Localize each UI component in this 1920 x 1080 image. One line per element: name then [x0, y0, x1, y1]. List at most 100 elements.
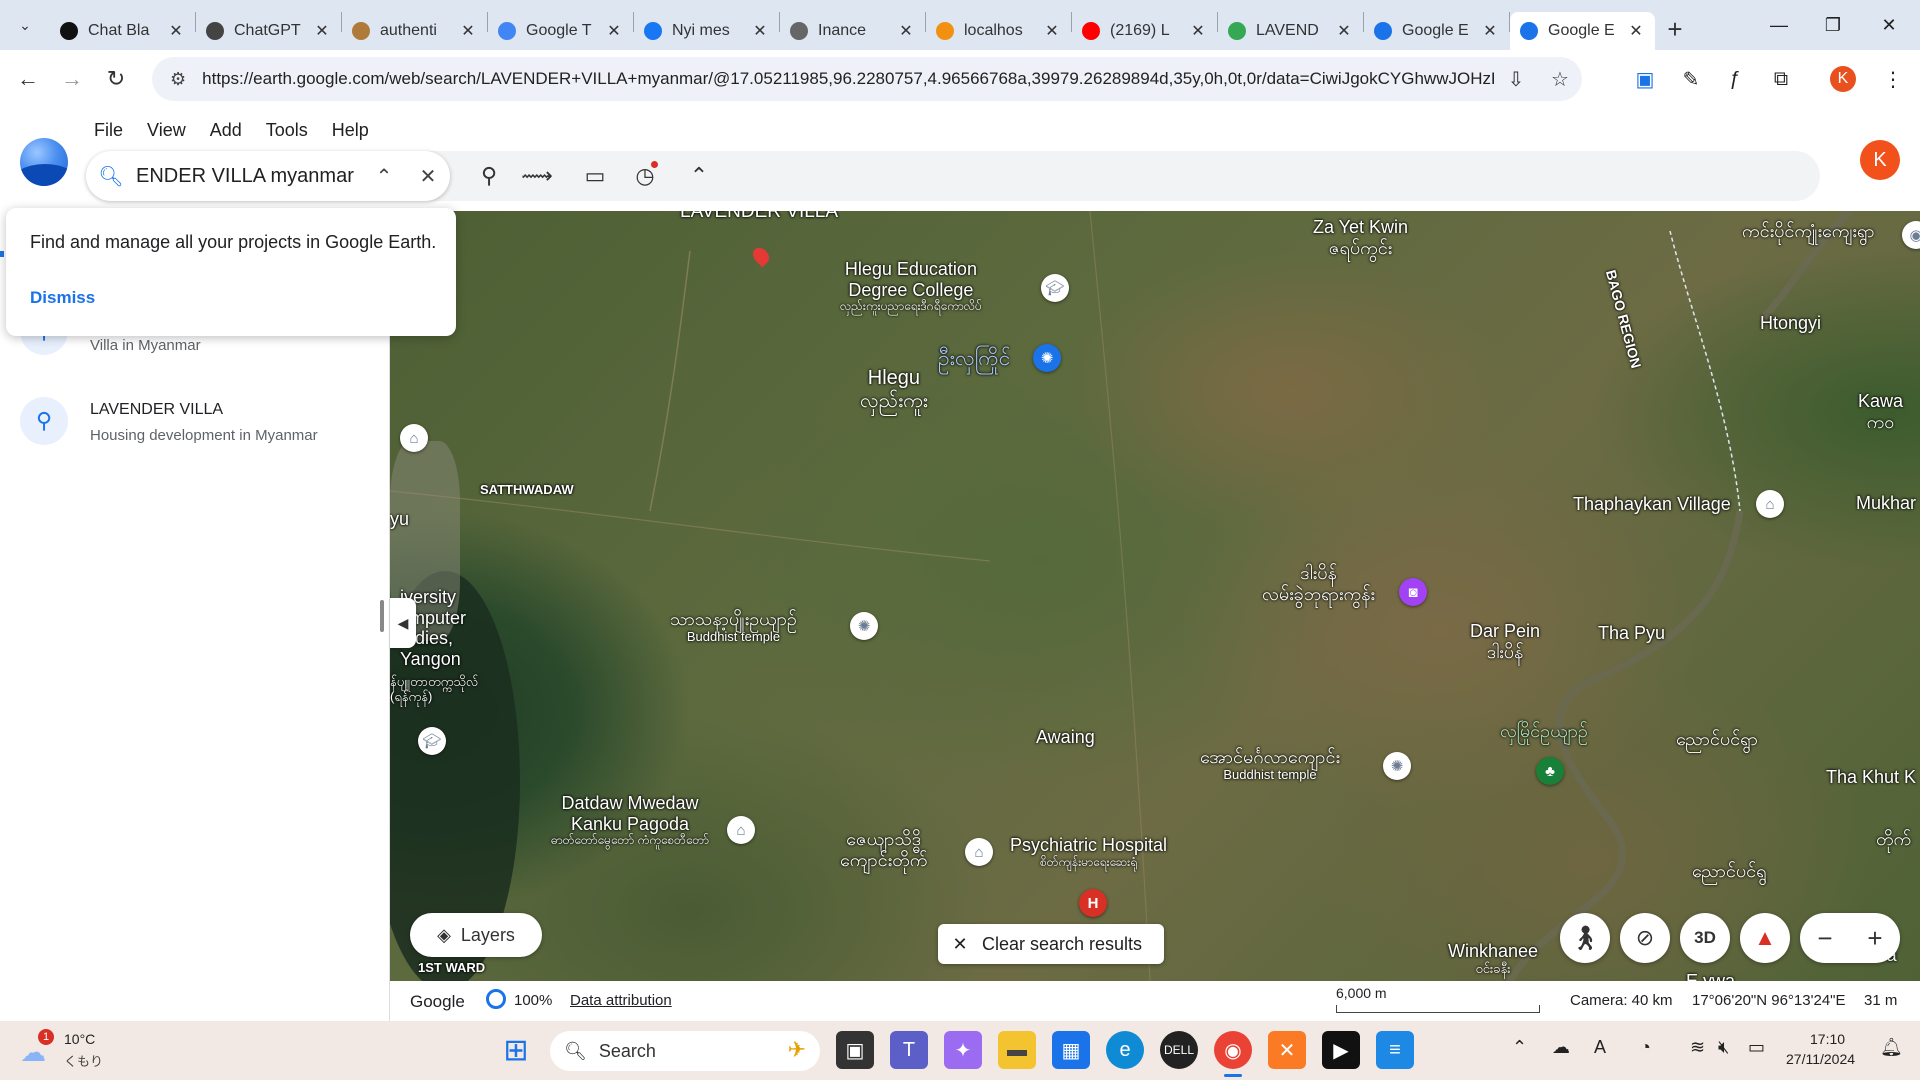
bookmark-star-icon[interactable]: ☆ — [1538, 67, 1582, 92]
clock-time[interactable]: 17:10 — [1810, 1031, 1845, 1047]
map-label-psychiatric-hospital[interactable]: Psychiatric Hospital စိတ်ကျန်းမာရေးဆေးရု… — [1010, 835, 1167, 869]
map-label-university-my[interactable]: န်ပျူတာတက္ကသိုလ် (ရန်ကုန်) — [390, 674, 478, 705]
search-input[interactable]: ENDER VILLA myanmar — [136, 165, 362, 188]
zoom-out-icon[interactable]: − — [1817, 923, 1832, 954]
tab-close-icon[interactable]: ✕ — [1189, 21, 1207, 41]
account-avatar[interactable]: K — [1860, 140, 1900, 180]
browser-tab[interactable]: authenti ✕ — [342, 12, 487, 50]
map-label-hlegu-college[interactable]: Hlegu Education Degree College လှည်းကူးပ… — [840, 259, 982, 314]
map-label-1st-ward[interactable]: 1ST WARD — [418, 960, 485, 976]
temple-poi-icon[interactable]: ⌂ — [400, 424, 428, 452]
chrome-icon[interactable]: ◉ — [1214, 1031, 1252, 1069]
blue-place-poi-icon[interactable]: ✺ — [1033, 344, 1061, 372]
temple-poi-icon[interactable]: ⌂ — [965, 838, 993, 866]
back-button[interactable]: ← — [6, 57, 50, 101]
map-label-yu[interactable]: yu — [390, 509, 409, 530]
map-label-zayetkwin[interactable]: Za Yet Kwin ဇရပ်ကွင်း — [1313, 217, 1408, 258]
draw-path-icon[interactable]: ⟿ — [518, 157, 556, 195]
data-attribution-link[interactable]: Data attribution — [570, 992, 672, 1009]
extension-pen-icon[interactable]: ✎ — [1674, 62, 1708, 96]
browser-tab[interactable]: (2169) L ✕ — [1072, 12, 1217, 50]
tab-close-icon[interactable]: ✕ — [605, 21, 623, 41]
address-bar[interactable]: ⚙ https://earth.google.com/web/search/LA… — [152, 57, 1582, 101]
install-app-icon[interactable]: ⇩ — [1494, 67, 1538, 92]
ime-a-icon[interactable]: A — [1594, 1037, 1606, 1058]
maximize-button[interactable]: ❐ — [1808, 0, 1858, 50]
map-label-mukhar[interactable]: Mukhar — [1856, 493, 1916, 514]
speaker-muted-icon[interactable]: 🔇︎ — [1718, 1037, 1729, 1058]
clock-date[interactable]: 27/11/2024 — [1786, 1051, 1855, 1067]
xampp-icon[interactable]: ✕ — [1268, 1031, 1306, 1069]
map-label-kawa[interactable]: Kawa ကဝ — [1858, 391, 1903, 432]
map-label-thaphaykan[interactable]: Thaphaykan Village — [1573, 494, 1731, 515]
browser-tab[interactable]: Chat Bla ✕ — [50, 12, 195, 50]
menu-view[interactable]: View — [135, 116, 198, 145]
collapse-results-chevron-icon[interactable]: ⌃ — [362, 164, 406, 189]
extensions-puzzle-icon[interactable]: ⧉ — [1764, 62, 1798, 96]
menu-add[interactable]: Add — [198, 116, 254, 145]
tab-close-icon[interactable]: ✕ — [1481, 21, 1499, 41]
reload-button[interactable]: ↻ — [94, 57, 138, 101]
tab-close-icon[interactable]: ✕ — [1043, 21, 1061, 41]
browser-tab[interactable]: localhos ✕ — [926, 12, 1071, 50]
extension-fi-icon[interactable]: ▣ — [1628, 62, 1662, 96]
tray-overflow-chevron-icon[interactable]: ⌃ — [1512, 1037, 1527, 1058]
weather-desc[interactable]: くもり — [64, 1051, 103, 1070]
dell-icon[interactable]: DELL — [1160, 1031, 1198, 1069]
map-label-dapein-shrine[interactable]: ဒါးပိန် လမ်းခွဲဘုရားကွန်း — [1262, 563, 1375, 604]
tab-close-icon[interactable]: ✕ — [167, 21, 185, 41]
browser-tab[interactable]: Nyi mes ✕ — [634, 12, 779, 50]
school-poi-icon[interactable]: 🎓︎ — [418, 727, 446, 755]
menu-help[interactable]: Help — [320, 116, 381, 145]
site-info-icon[interactable]: ⚙ — [170, 69, 186, 90]
layers-button[interactable]: ◈ Layers — [410, 913, 542, 957]
zoom-in-icon[interactable]: + — [1867, 923, 1882, 954]
map-label-blue-myanmar[interactable]: ဦးလှကြိုင် — [938, 347, 1010, 371]
tab-close-icon[interactable]: ✕ — [751, 21, 769, 41]
map-view[interactable]: LAVENDER VILLA Hlegu Education Degree Co… — [390, 211, 1920, 981]
menu-file[interactable]: File — [82, 116, 135, 145]
notification-bell-icon[interactable]: 🔔︎ — [1880, 1037, 1903, 1058]
history-icon[interactable]: ◷ — [626, 157, 664, 195]
3d-toggle-button[interactable]: 3D — [1680, 913, 1730, 963]
map-label-nyaungbin-village[interactable]: ညောင်ပင်ရွာ — [1676, 729, 1758, 750]
clear-search-icon[interactable]: ✕ — [406, 164, 450, 189]
battery-icon[interactable]: ▭ — [1748, 1037, 1765, 1058]
map-label-buddhist-temple-2[interactable]: အောင်မင်္ဂလာကျောင်း Buddhist temple — [1200, 747, 1340, 783]
tab-close-icon[interactable]: ✕ — [313, 21, 331, 41]
earth-search-box[interactable]: 🔍︎ ENDER VILLA myanmar ⌃ ✕ — [86, 151, 450, 201]
file-explorer-icon[interactable]: ▬ — [998, 1031, 1036, 1069]
windows-start-icon[interactable]: ⊞ — [497, 1031, 535, 1069]
tab-close-icon[interactable]: ✕ — [1335, 21, 1353, 41]
browser-tab[interactable]: Google T ✕ — [488, 12, 633, 50]
map-label-awaing[interactable]: Awaing — [1036, 727, 1095, 748]
search-result-2[interactable]: ⚲ LAVENDER VILLA Housing development in … — [20, 393, 380, 463]
map-label-e-ywa[interactable]: E ywa — [1686, 971, 1735, 981]
clear-search-results-button[interactable]: ✕ Clear search results — [938, 924, 1164, 964]
map-label-satthwadaw[interactable]: SATTHWADAW — [480, 482, 574, 498]
map-label-hlegu[interactable]: Hlegu လှည်းကူး — [860, 367, 928, 413]
weather-widget[interactable]: ☁ 1 — [20, 1029, 56, 1067]
close-window-button[interactable]: ✕ — [1864, 0, 1914, 50]
url-text[interactable]: https://earth.google.com/web/search/LAVE… — [202, 69, 1494, 89]
forward-button[interactable]: → — [50, 57, 94, 101]
pagoda-poi-icon[interactable]: ⌂ — [727, 816, 755, 844]
tab-search-button[interactable]: ⌄ — [0, 0, 50, 50]
map-label-winkhanee[interactable]: Winkhanee ဝင်းခနီး — [1448, 941, 1538, 977]
edge-icon[interactable]: e — [1106, 1031, 1144, 1069]
copilot-icon[interactable]: ✦ — [944, 1031, 982, 1069]
new-tab-button[interactable]: + — [1655, 9, 1695, 49]
map-label-buddhist-temple-1[interactable]: သာသနာ့ပျိုးဥယျာဉ် Buddhist temple — [670, 609, 797, 645]
map-label-dar-pein[interactable]: Dar Pein ဒါးပိန် — [1470, 621, 1540, 662]
browser-tab[interactable]: ChatGPT ✕ — [196, 12, 341, 50]
collapse-panel-button[interactable]: ◀ — [390, 598, 416, 648]
map-label-tha-khut[interactable]: Tha Khut K — [1826, 767, 1916, 788]
clock-tray-icon[interactable]: ◔ — [1640, 1037, 1651, 1058]
microsoft-store-icon[interactable]: ▦ — [1052, 1031, 1090, 1069]
map-label-right-edge[interactable]: တိုက် — [1876, 829, 1911, 850]
placemark-icon[interactable]: ⚲ — [470, 157, 508, 195]
task-view-icon[interactable]: ▣ — [836, 1031, 874, 1069]
compass-icon[interactable]: ▲ — [1740, 913, 1790, 963]
tab-close-icon[interactable]: ✕ — [1627, 21, 1645, 41]
map-label-nyaungbin-2[interactable]: ညောင်ပင်ရွ — [1692, 861, 1766, 882]
